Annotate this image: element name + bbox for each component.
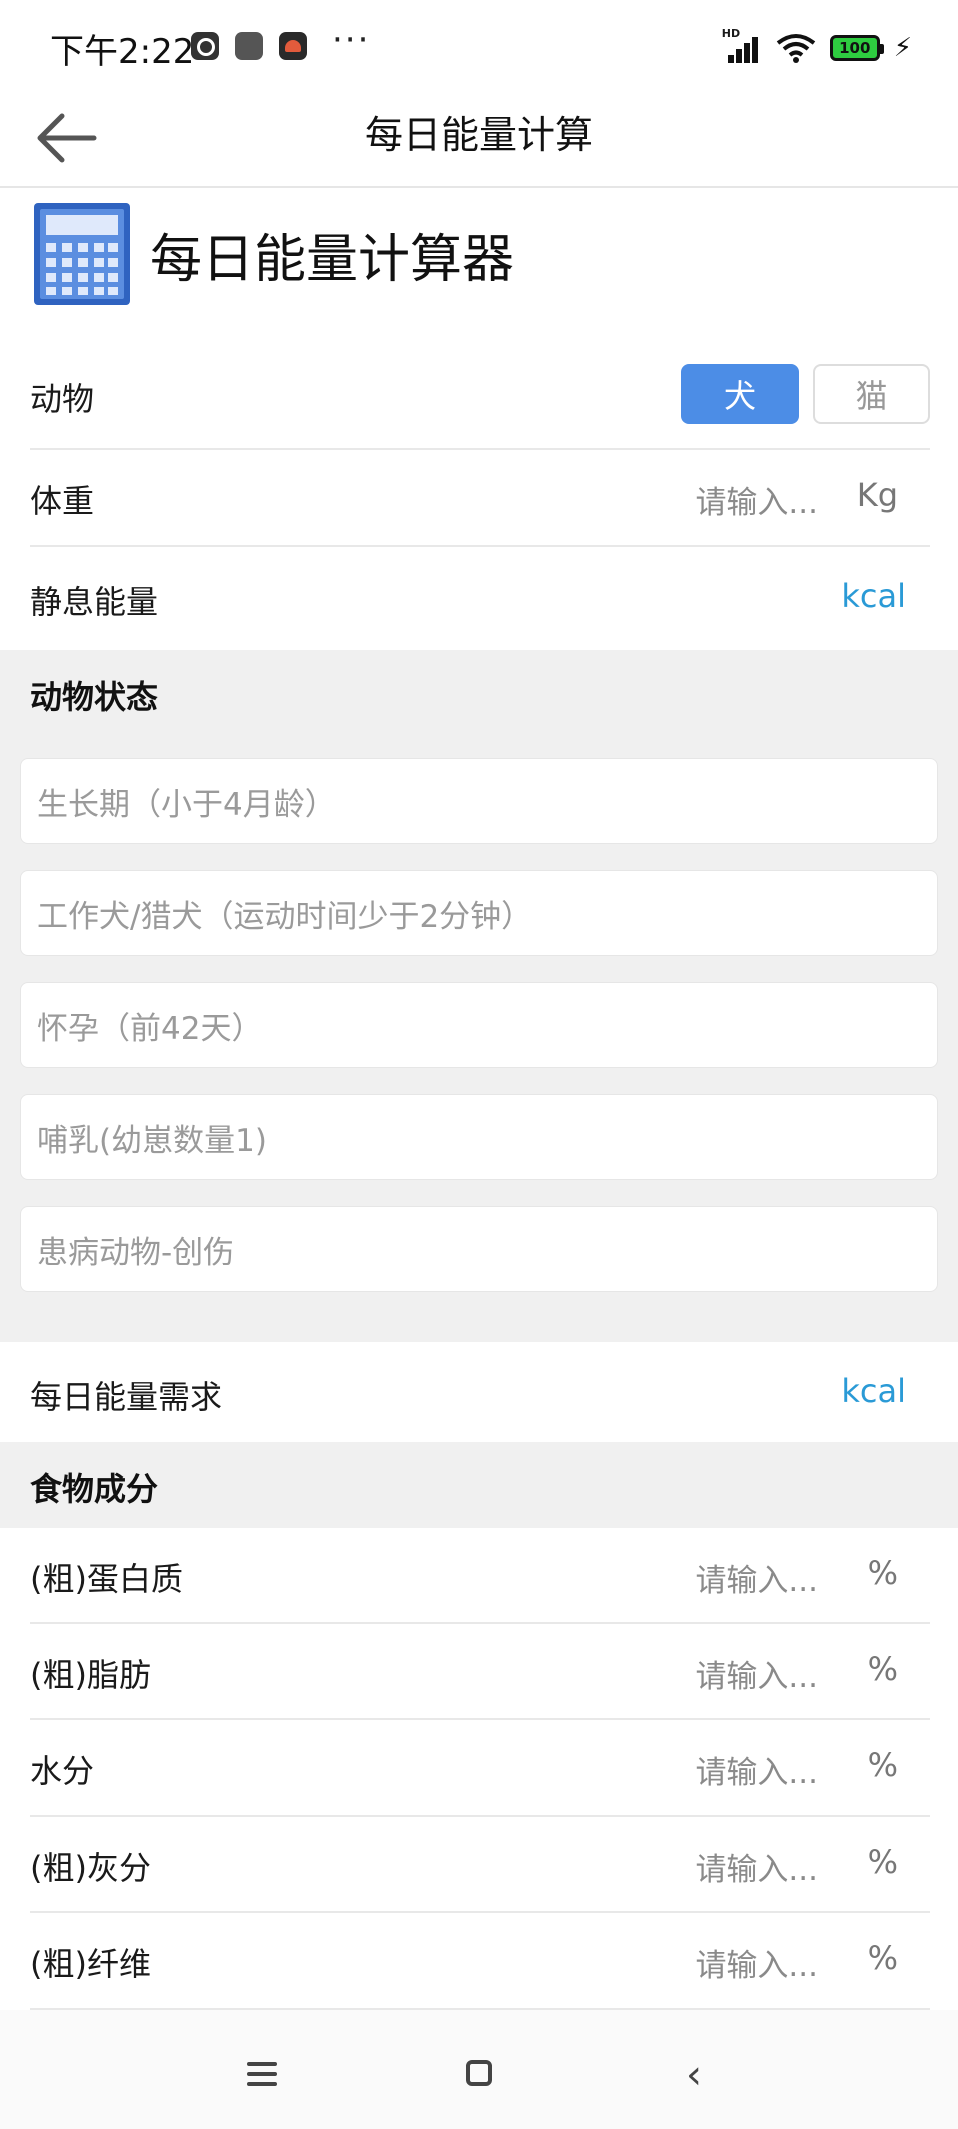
percent-unit: %	[867, 1843, 898, 1881]
weight-row: 体重 请输入... Kg	[0, 450, 958, 547]
percent-unit: %	[867, 1746, 898, 1784]
fat-input[interactable]: 请输入...	[695, 1651, 818, 1696]
percent-unit: %	[867, 1650, 898, 1688]
food-row-protein: (粗)蛋白质 请输入... %	[0, 1528, 958, 1624]
food-row-label: (粗)蛋白质	[30, 1560, 183, 1598]
food-section-header: 食物成分	[0, 1442, 958, 1528]
notification-app-icon	[191, 32, 219, 60]
wifi-icon	[776, 34, 815, 63]
resting-energy-label: 静息能量	[30, 583, 159, 621]
state-field-lactation[interactable]: 哺乳(幼崽数量1)	[20, 1094, 938, 1180]
food-row-ash: (粗)灰分 请输入... %	[0, 1817, 958, 1913]
daily-energy-label: 每日能量需求	[30, 1378, 223, 1416]
animal-state-title: 动物状态	[30, 678, 159, 716]
fiber-input[interactable]: 请输入...	[695, 1940, 818, 1985]
calculator-icon	[34, 203, 130, 305]
system-nav-bar: ‹	[0, 2010, 958, 2129]
state-field-text: 工作犬/猎犬（运动时间少于2分钟）	[37, 899, 533, 935]
state-field-working-dog[interactable]: 工作犬/猎犬（运动时间少于2分钟）	[20, 870, 938, 956]
state-field-text: 哺乳(幼崽数量1)	[37, 1123, 267, 1159]
status-more: ···	[332, 20, 371, 60]
moisture-input[interactable]: 请输入...	[695, 1747, 818, 1792]
notification-app-icon	[279, 32, 307, 60]
food-row-fiber: (粗)纤维 请输入... %	[0, 1913, 958, 2010]
status-bar: 下午2:22 ··· HD 100 ⚡	[0, 0, 958, 90]
animal-option-cat[interactable]: 猫	[813, 364, 930, 424]
daily-energy-row: 每日能量需求 kcal	[0, 1342, 958, 1442]
calculator-header: 每日能量计算器	[34, 203, 514, 305]
state-field-growth[interactable]: 生长期（小于4月龄）	[20, 758, 938, 844]
food-row-label: 水分	[30, 1752, 95, 1790]
resting-energy-unit: kcal	[841, 577, 906, 615]
battery-icon: 100	[829, 35, 884, 61]
food-row-label: (粗)脂肪	[30, 1656, 151, 1694]
state-field-pregnancy[interactable]: 怀孕（前42天）	[20, 982, 938, 1068]
protein-input[interactable]: 请输入...	[695, 1555, 818, 1600]
state-field-text: 怀孕（前42天）	[37, 1011, 263, 1047]
app-bar: 每日能量计算	[0, 90, 958, 188]
signal-icon: HD	[722, 27, 762, 63]
food-row-moisture: 水分 请输入... %	[0, 1720, 958, 1817]
calculator-title: 每日能量计算器	[150, 229, 515, 290]
state-field-sick-trauma[interactable]: 患病动物-创伤	[20, 1206, 938, 1292]
animal-row: 动物 犬 猫	[0, 348, 958, 450]
menu-icon[interactable]	[247, 2062, 277, 2086]
charging-icon: ⚡	[893, 33, 912, 63]
food-row-label: (粗)纤维	[30, 1945, 151, 1983]
state-field-text: 患病动物-创伤	[37, 1235, 235, 1271]
animal-state-section: 动物状态 生长期（小于4月龄） 工作犬/猎犬（运动时间少于2分钟） 怀孕（前42…	[0, 650, 958, 1342]
daily-energy-unit: kcal	[841, 1372, 906, 1410]
food-section-title: 食物成分	[30, 1470, 159, 1508]
notification-app-icon	[235, 32, 263, 60]
resting-energy-row: 静息能量 kcal	[0, 547, 958, 650]
percent-unit: %	[867, 1939, 898, 1977]
animal-option-dog[interactable]: 犬	[681, 364, 799, 424]
animal-label: 动物	[30, 380, 95, 418]
status-time: 下午2:22	[50, 32, 195, 72]
food-row-label: (粗)灰分	[30, 1849, 151, 1887]
ash-input[interactable]: 请输入...	[695, 1844, 818, 1889]
weight-input[interactable]: 请输入...	[695, 477, 818, 522]
status-indicators: HD 100 ⚡	[722, 27, 912, 68]
page-title: 每日能量计算	[364, 113, 593, 157]
percent-unit: %	[867, 1554, 898, 1592]
nav-back-icon[interactable]: ‹	[686, 2052, 702, 2098]
weight-label: 体重	[30, 482, 95, 520]
home-icon[interactable]	[466, 2060, 492, 2086]
weight-unit: Kg	[856, 476, 898, 514]
food-row-fat: (粗)脂肪 请输入... %	[0, 1624, 958, 1720]
state-field-text: 生长期（小于4月龄）	[37, 787, 336, 823]
